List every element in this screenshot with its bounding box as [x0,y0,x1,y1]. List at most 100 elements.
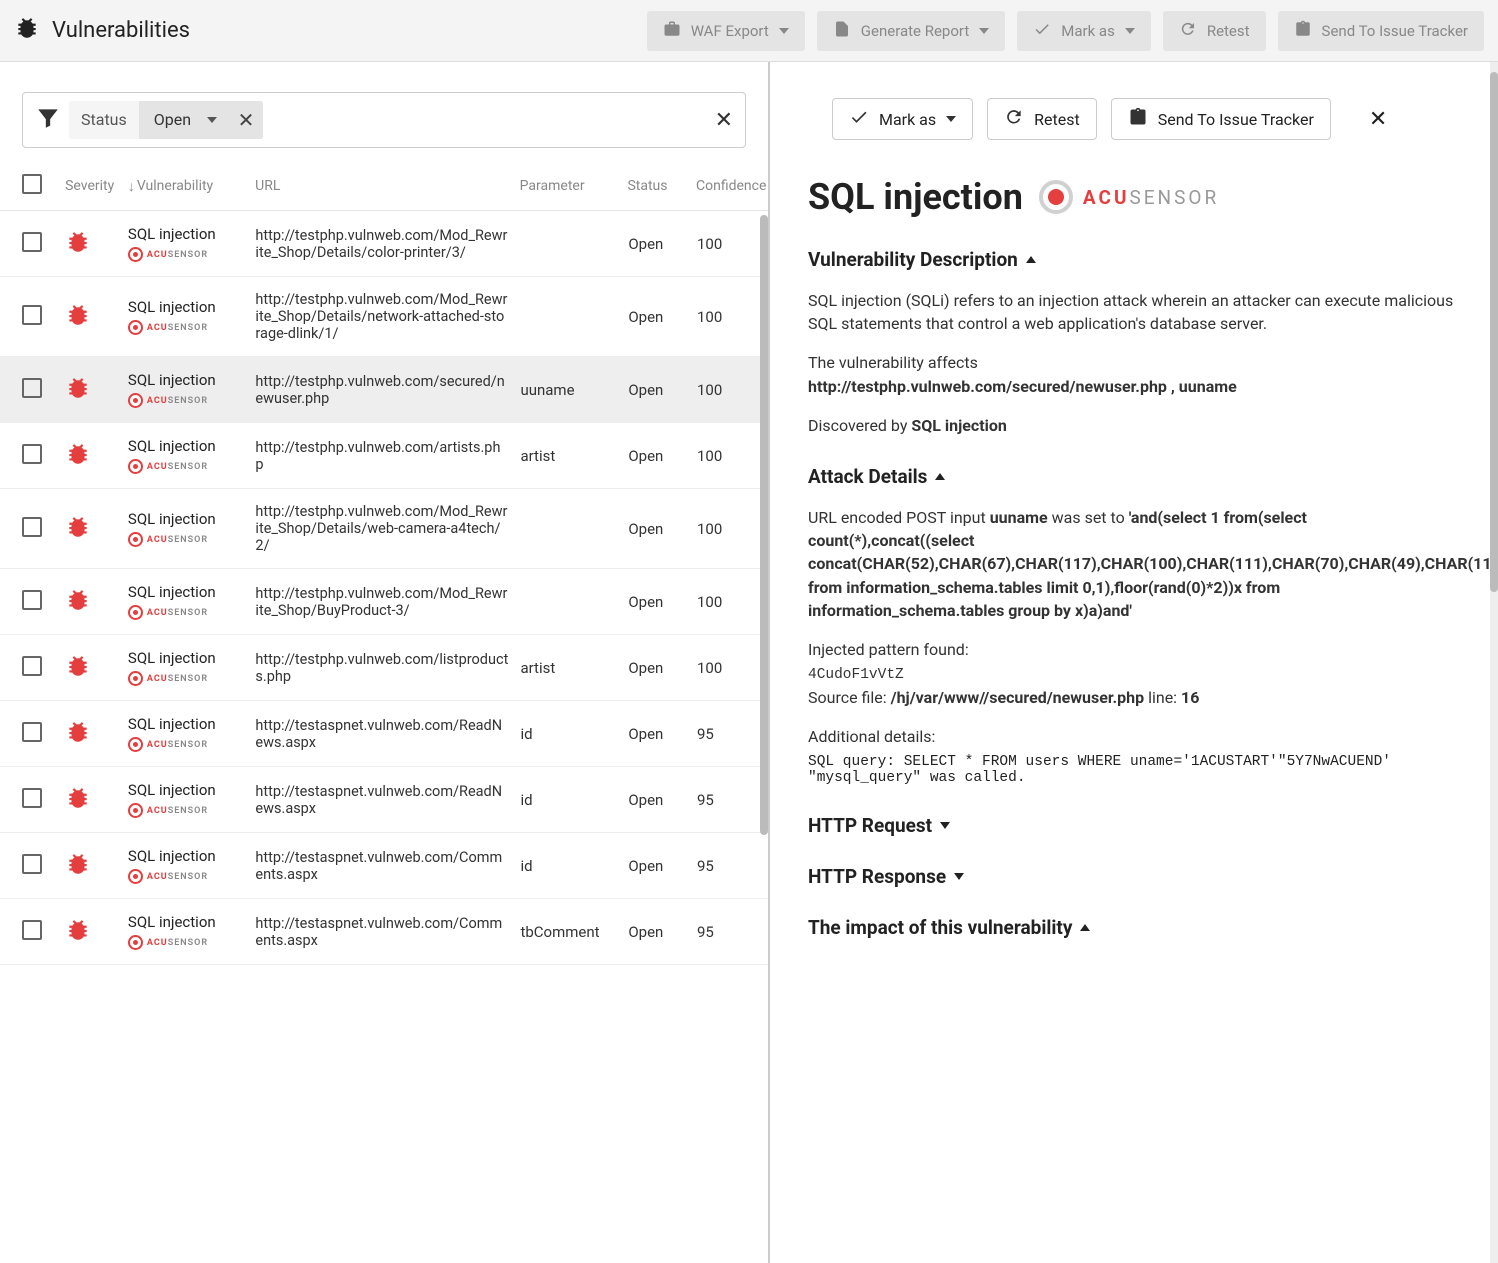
acusensor-icon [128,869,143,884]
row-checkbox[interactable] [22,788,42,808]
chevron-down-icon [954,873,964,880]
col-severity[interactable]: Severity [65,178,128,194]
row-checkbox[interactable] [22,444,42,464]
row-parameter: artist [520,659,628,677]
scrollbar-thumb[interactable] [1490,72,1498,592]
row-confidence: 100 [697,520,746,538]
additional-details-label: Additional details: [808,725,1460,748]
acusensor-icon [128,393,143,408]
acusensor-badge: ACUSENSOR [128,532,256,547]
table-row[interactable]: SQL injectionACUSENSORhttp://testphp.vul… [0,635,768,701]
col-status[interactable]: Status [627,178,696,194]
table-row[interactable]: SQL injectionACUSENSORhttp://testphp.vul… [0,569,768,635]
retest-button[interactable]: Retest [1163,11,1266,51]
row-checkbox[interactable] [22,590,42,610]
refresh-icon [1004,107,1024,131]
vulnerability-name: SQL injection [128,225,256,243]
filter-icon[interactable] [35,105,61,135]
row-url: http://testphp.vulnweb.com/Mod_Rewrite_S… [255,227,520,261]
affects-line: The vulnerability affects http://testphp… [808,351,1460,397]
chevron-down-icon [207,117,217,123]
col-vulnerability[interactable]: ↓Vulnerability [128,178,255,195]
panel-mark-as-button[interactable]: Mark as [832,98,973,140]
attack-payload-line: URL encoded POST input uuname was set to… [808,506,1460,622]
panel-retest-label: Retest [1034,110,1080,129]
row-confidence: 95 [697,791,746,809]
row-confidence: 100 [697,308,746,326]
table-row[interactable]: SQL injectionACUSENSORhttp://testphp.vul… [0,423,768,489]
table-row[interactable]: SQL injectionACUSENSORhttp://testphp.vul… [0,211,768,277]
row-checkbox[interactable] [22,517,42,537]
filter-bar: Status Open ✕ ✕ [22,92,746,148]
table-row[interactable]: SQL injectionACUSENSORhttp://testphp.vul… [0,357,768,423]
waf-export-label: WAF Export [691,22,769,40]
close-panel-button[interactable]: ✕ [1369,107,1387,132]
filter-chip-status[interactable]: Status Open ✕ [69,101,263,139]
vulnerability-name: SQL injection [128,510,256,528]
table-row[interactable]: SQL injectionACUSENSORhttp://testphp.vul… [0,277,768,357]
detail-title: SQL injection ACUSENSOR [808,176,1460,218]
filter-chip-value-wrap[interactable]: Open [140,101,229,139]
section-http-request-header[interactable]: HTTP Request [808,814,1460,837]
severity-bug-icon [65,599,91,617]
col-confidence[interactable]: Confidence [696,178,746,194]
vulnerability-name: SQL injection [128,715,256,733]
table-row[interactable]: SQL injectionACUSENSORhttp://testaspnet.… [0,833,768,899]
severity-bug-icon [65,387,91,405]
clipboard-icon [1128,107,1148,131]
row-status: Open [628,235,697,253]
row-url: http://testaspnet.vulnweb.com/Comments.a… [255,915,520,949]
row-checkbox[interactable] [22,722,42,742]
scrollbar[interactable] [1490,62,1498,1263]
row-checkbox[interactable] [22,232,42,252]
row-status: Open [628,923,697,941]
row-confidence: 95 [697,923,746,941]
scrollbar-thumb[interactable] [760,215,768,835]
row-confidence: 100 [697,381,746,399]
severity-bug-icon [65,241,91,259]
chevron-down-icon [979,28,989,34]
row-confidence: 100 [697,447,746,465]
table-row[interactable]: SQL injectionACUSENSORhttp://testaspnet.… [0,899,768,965]
acusensor-icon [128,671,143,686]
panel-retest-button[interactable]: Retest [987,98,1097,140]
col-url[interactable]: URL [255,178,520,194]
table-row[interactable]: SQL injectionACUSENSORhttp://testaspnet.… [0,701,768,767]
send-tracker-label: Send To Issue Tracker [1322,22,1468,40]
generate-report-button[interactable]: Generate Report [817,11,1005,51]
section-http-response-header[interactable]: HTTP Response [808,865,1460,888]
row-checkbox[interactable] [22,854,42,874]
vulnerability-name: SQL injection [128,298,256,316]
row-checkbox[interactable] [22,920,42,940]
row-checkbox[interactable] [22,305,42,325]
clear-filters-button[interactable]: ✕ [715,108,733,133]
severity-bug-icon [65,731,91,749]
waf-export-button[interactable]: WAF Export [647,11,805,51]
section-description-header[interactable]: Vulnerability Description [808,248,1460,271]
row-checkbox[interactable] [22,656,42,676]
col-parameter[interactable]: Parameter [520,178,628,194]
severity-bug-icon [65,863,91,881]
vulnerability-detail-panel: Mark as Retest Send To Issue Tracker ✕ S… [770,62,1498,1263]
scrollbar[interactable] [760,211,768,1203]
description-text: SQL injection (SQLi) refers to an inject… [808,289,1460,335]
acusensor-icon [128,803,143,818]
table-row[interactable]: SQL injectionACUSENSORhttp://testaspnet.… [0,767,768,833]
row-url: http://testaspnet.vulnweb.com/Comments.a… [255,849,520,883]
send-tracker-button[interactable]: Send To Issue Tracker [1278,11,1484,51]
section-impact-header[interactable]: The impact of this vulnerability [808,916,1460,939]
filter-chip-remove[interactable]: ✕ [229,101,263,139]
table-row[interactable]: SQL injectionACUSENSORhttp://testphp.vul… [0,489,768,569]
row-parameter: id [520,725,628,743]
document-icon [833,20,851,42]
row-checkbox[interactable] [22,378,42,398]
acusensor-badge: ACUSENSOR [128,869,256,884]
mark-as-label: Mark as [1061,22,1115,40]
row-status: Open [628,520,697,538]
acusensor-icon [128,532,143,547]
select-all-checkbox[interactable] [22,174,42,194]
mark-as-button[interactable]: Mark as [1017,11,1151,51]
severity-bug-icon [65,453,91,471]
panel-send-tracker-button[interactable]: Send To Issue Tracker [1111,98,1331,140]
section-attack-header[interactable]: Attack Details [808,465,1460,488]
